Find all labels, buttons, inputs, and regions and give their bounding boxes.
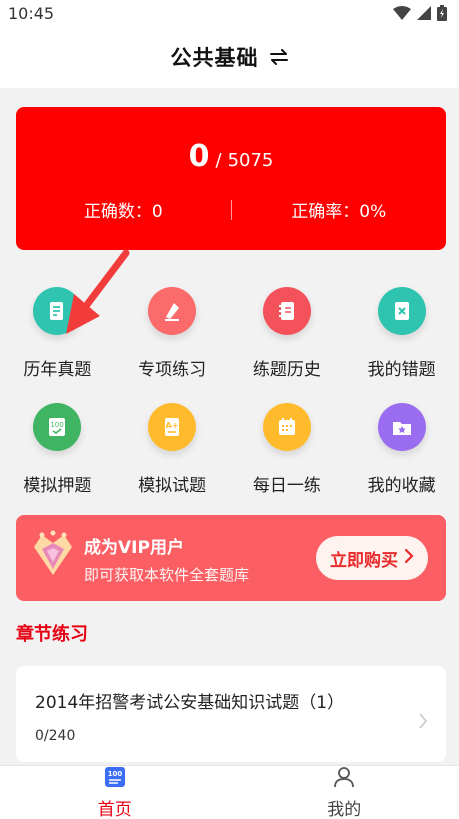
nav-home[interactable]: 100 首页: [0, 766, 230, 819]
chevron-right-icon: [404, 548, 414, 569]
score-card: 0 / 5075 正确数：0 正确率：0%: [16, 107, 446, 250]
chapter-progress: 0/240: [35, 728, 76, 744]
feature-grid: 历年真题 专项练习 练题历史 我的错题 100 模拟押题 A+ 模拟试题 每日一…: [0, 287, 459, 509]
menu-label: 模拟试题: [138, 476, 207, 496]
vip-subtitle: 即可获取本软件全套题库: [84, 566, 250, 584]
answered-count: 0: [188, 139, 210, 174]
page-title[interactable]: 公共基础: [171, 42, 259, 72]
vip-text: 成为VIP用户 即可获取本软件全套题库: [84, 533, 249, 585]
menu-item-daily-practice[interactable]: 每日一练: [230, 403, 345, 509]
svg-text:100: 100: [107, 770, 122, 778]
signal-icon: [417, 6, 431, 20]
menu-label: 模拟押题: [23, 476, 92, 496]
status-icons: [393, 5, 447, 21]
menu-item-mock-predict[interactable]: 100 模拟押题: [0, 403, 115, 509]
svg-text:100: 100: [51, 421, 64, 429]
menu-item-favorites[interactable]: 我的收藏: [344, 403, 459, 509]
nav-home-label: 首页: [97, 800, 132, 819]
menu-label: 我的收藏: [367, 476, 436, 496]
app-screen: 10:45 公共基础 0 / 5075 正确数：0 正确率：0% 历年真题 专项…: [0, 0, 459, 819]
menu-label: 历年真题: [23, 360, 92, 380]
buy-now-label: 立即购买: [330, 550, 398, 571]
home-100-icon: 100: [103, 765, 127, 793]
status-bar: 10:45: [0, 0, 459, 26]
user-icon: [332, 765, 356, 793]
chapter-list-item[interactable]: 2014年招警考试公安基础知识试题（1） 0/240: [16, 666, 446, 762]
menu-item-mock-exam[interactable]: A+ 模拟试题: [115, 403, 230, 509]
vip-banner[interactable]: 成为VIP用户 即可获取本软件全套题库 立即购买: [16, 515, 446, 601]
vip-title: 成为VIP用户: [84, 538, 184, 558]
battery-icon: [437, 5, 447, 21]
menu-item-wrong-questions[interactable]: 我的错题: [344, 287, 459, 393]
svg-text:A+: A+: [166, 421, 179, 430]
menu-label: 每日一练: [252, 476, 321, 496]
buy-now-button[interactable]: 立即购买: [316, 536, 428, 580]
nav-mine-label: 我的: [327, 800, 362, 819]
star-folder-icon: [377, 403, 426, 451]
section-title: 章节练习: [16, 624, 88, 645]
chapter-title: 2014年招警考试公安基础知识试题（1）: [35, 693, 345, 713]
pen-icon: [148, 287, 197, 335]
score-stats: 正确数：0 正确率：0%: [16, 197, 446, 222]
total-questions: 5075: [227, 150, 274, 171]
swap-arrows-icon[interactable]: [269, 49, 289, 65]
document-icon: [33, 287, 82, 335]
wifi-icon: [393, 6, 411, 20]
menu-item-past-exams[interactable]: 历年真题: [0, 287, 115, 393]
error-book-icon: [377, 287, 426, 335]
nav-mine[interactable]: 我的: [230, 766, 459, 819]
correct-count: 正确数：0: [83, 202, 163, 222]
menu-label: 专项练习: [138, 360, 207, 380]
calendar-icon: [262, 403, 311, 451]
exam-paper-icon: A+: [148, 403, 197, 451]
correct-rate: 正确率：0%: [291, 202, 387, 222]
menu-item-special-practice[interactable]: 专项练习: [115, 287, 230, 393]
menu-item-history[interactable]: 练题历史: [230, 287, 345, 393]
notebook-icon: [262, 287, 311, 335]
score-summary: 0 / 5075: [16, 139, 446, 174]
title-bar: 公共基础: [0, 26, 459, 88]
menu-label: 我的错题: [367, 360, 436, 380]
diamond-crown-icon: [30, 529, 76, 587]
bottom-nav: 100 首页 我的: [0, 765, 459, 819]
status-time: 10:45: [8, 3, 55, 23]
menu-label: 练题历史: [252, 360, 321, 380]
score-separator: /: [215, 150, 222, 171]
chevron-right-icon: [418, 712, 428, 734]
score-100-icon: 100: [33, 403, 82, 451]
